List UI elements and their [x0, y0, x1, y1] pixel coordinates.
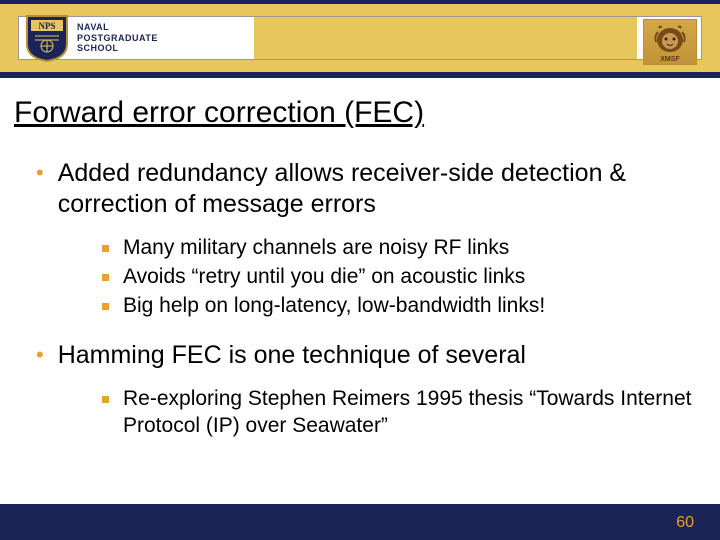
sub-bullet-text: Big help on long-latency, low-bandwidth …: [123, 293, 545, 320]
nps-logo: NPS NAVAL POSTGRADUATE SCHOOL: [19, 14, 158, 62]
sub-bullet-block: Many military channels are noisy RF link…: [14, 225, 696, 340]
bullet-dot-icon: •: [36, 340, 44, 370]
bullet-text: Added redundancy allows receiver-side de…: [58, 158, 696, 219]
lion-icon: [650, 24, 690, 60]
sub-bullet-text: Re-exploring Stephen Reimers 1995 thesis…: [123, 386, 696, 440]
bullet-square-icon: [102, 303, 109, 310]
bullet-square-icon: [102, 396, 109, 403]
header-strip: [254, 17, 637, 59]
school-line-3: SCHOOL: [77, 43, 158, 54]
header-inner: NPS NAVAL POSTGRADUATE SCHOOL: [18, 16, 702, 60]
slide-title: Forward error correction (FEC): [14, 96, 696, 130]
header-band: NPS NAVAL POSTGRADUATE SCHOOL: [0, 0, 720, 78]
footer-band: [0, 504, 720, 540]
sub-bullet: Many military channels are noisy RF link…: [102, 235, 696, 262]
sub-bullet-text: Avoids “retry until you die” on acoustic…: [123, 264, 525, 291]
xmsf-label: XMSF: [660, 56, 679, 63]
school-line-2: POSTGRADUATE: [77, 33, 158, 44]
sub-bullet: Big help on long-latency, low-bandwidth …: [102, 293, 696, 320]
bullet-square-icon: [102, 245, 109, 252]
bullet-square-icon: [102, 274, 109, 281]
sub-bullet: Re-exploring Stephen Reimers 1995 thesis…: [102, 386, 696, 440]
bullet-main: • Hamming FEC is one technique of severa…: [14, 340, 696, 371]
page-number: 60: [676, 514, 694, 532]
nps-initials: NPS: [38, 21, 55, 31]
school-name: NAVAL POSTGRADUATE SCHOOL: [77, 22, 158, 54]
slide-content: Forward error correction (FEC) • Added r…: [0, 78, 720, 440]
xmsf-logo: XMSF: [643, 19, 697, 65]
bullet-main: • Added redundancy allows receiver-side …: [14, 158, 696, 219]
shield-icon: NPS: [25, 14, 69, 62]
school-line-1: NAVAL: [77, 22, 158, 33]
sub-bullet-block: Re-exploring Stephen Reimers 1995 thesis…: [14, 376, 696, 440]
bullet-text: Hamming FEC is one technique of several: [58, 340, 526, 371]
sub-bullet: Avoids “retry until you die” on acoustic…: [102, 264, 696, 291]
bullet-dot-icon: •: [36, 158, 44, 188]
sub-bullet-text: Many military channels are noisy RF link…: [123, 235, 509, 262]
